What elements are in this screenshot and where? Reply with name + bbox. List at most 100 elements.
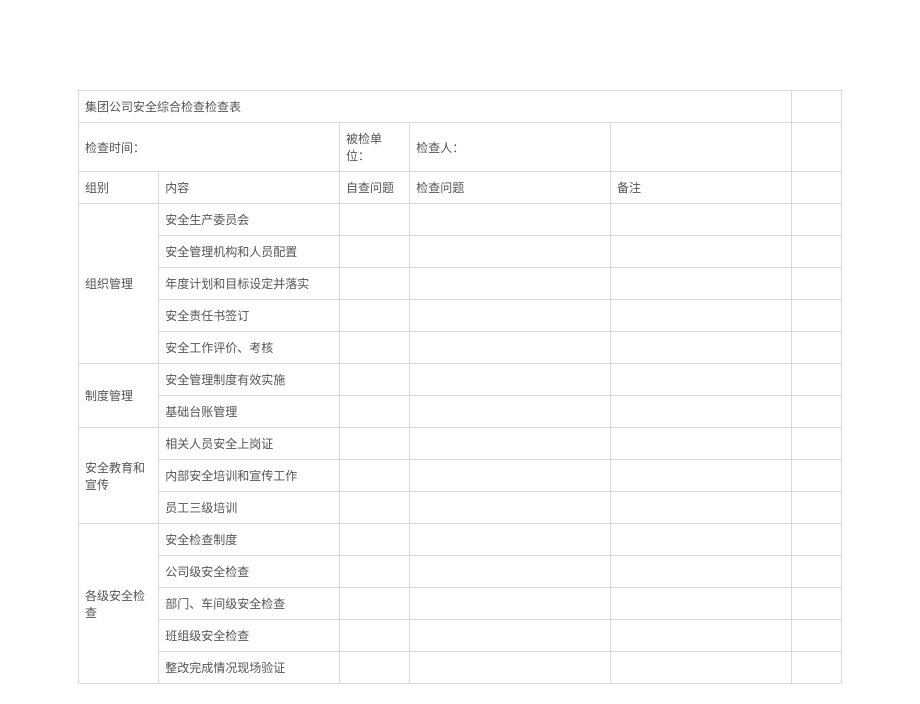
note-cell (611, 268, 792, 300)
check-issue-cell (410, 300, 611, 332)
self-issue-cell (339, 364, 409, 396)
table-row: 组织管理安全生产委员会 (79, 204, 842, 236)
self-issue-cell (339, 236, 409, 268)
table-row: 安全工作评价、考核 (79, 332, 842, 364)
note-cell (611, 524, 792, 556)
check-issue-cell (410, 332, 611, 364)
empty-cell (791, 364, 841, 396)
empty-cell (791, 524, 841, 556)
content-cell: 部门、车间级安全检查 (159, 588, 340, 620)
self-issue-cell (339, 428, 409, 460)
note-cell (611, 332, 792, 364)
empty-cell (791, 332, 841, 364)
empty-cell (791, 172, 841, 204)
empty-cell (791, 460, 841, 492)
note-cell (611, 428, 792, 460)
self-issue-cell (339, 620, 409, 652)
header-note: 备注 (611, 172, 792, 204)
empty-cell (791, 204, 841, 236)
header-content: 内容 (159, 172, 340, 204)
note-cell (611, 492, 792, 524)
note-cell (611, 460, 792, 492)
check-issue-cell (410, 492, 611, 524)
self-issue-cell (339, 300, 409, 332)
check-issue-cell (410, 620, 611, 652)
self-issue-cell (339, 652, 409, 684)
self-issue-cell (339, 204, 409, 236)
note-cell (611, 364, 792, 396)
check-issue-cell (410, 396, 611, 428)
table-row: 员工三级培训 (79, 492, 842, 524)
self-issue-cell (339, 492, 409, 524)
check-issue-cell (410, 652, 611, 684)
note-cell (611, 652, 792, 684)
empty-cell (791, 236, 841, 268)
check-issue-cell (410, 204, 611, 236)
empty-cell (791, 396, 841, 428)
content-cell: 公司级安全检查 (159, 556, 340, 588)
table-row: 安全管理机构和人员配置 (79, 236, 842, 268)
table-row: 班组级安全检查 (79, 620, 842, 652)
table-row: 内部安全培训和宣传工作 (79, 460, 842, 492)
self-issue-cell (339, 268, 409, 300)
checked-unit-label: 被检单位： (339, 123, 409, 172)
note-cell (611, 588, 792, 620)
table-row: 安全教育和宣传相关人员安全上岗证 (79, 428, 842, 460)
content-cell: 安全生产委员会 (159, 204, 340, 236)
self-issue-cell (339, 460, 409, 492)
group-cell: 组织管理 (79, 204, 159, 364)
empty-cell (791, 588, 841, 620)
table-row: 基础台账管理 (79, 396, 842, 428)
empty-cell (611, 123, 792, 172)
table-row: 各级安全检查安全检查制度 (79, 524, 842, 556)
table-row: 整改完成情况现场验证 (79, 652, 842, 684)
empty-cell (791, 300, 841, 332)
table-row: 部门、车间级安全检查 (79, 588, 842, 620)
content-cell: 内部安全培训和宣传工作 (159, 460, 340, 492)
content-cell: 安全管理机构和人员配置 (159, 236, 340, 268)
content-cell: 安全管理制度有效实施 (159, 364, 340, 396)
empty-cell (791, 91, 841, 123)
empty-cell (791, 620, 841, 652)
check-issue-cell (410, 428, 611, 460)
table-row: 安全责任书签订 (79, 300, 842, 332)
note-cell (611, 236, 792, 268)
check-issue-cell (410, 556, 611, 588)
content-cell: 班组级安全检查 (159, 620, 340, 652)
check-issue-cell (410, 460, 611, 492)
self-issue-cell (339, 524, 409, 556)
table-title: 集团公司安全综合检查检查表 (79, 91, 792, 123)
safety-check-table: 集团公司安全综合检查检查表检查时间：被检单位：检查人： 组别内容自查问题检查问题备… (78, 90, 842, 684)
note-cell (611, 396, 792, 428)
group-cell: 各级安全检查 (79, 524, 159, 684)
content-cell: 安全责任书签订 (159, 300, 340, 332)
check-issue-cell (410, 588, 611, 620)
self-issue-cell (339, 396, 409, 428)
empty-cell (791, 652, 841, 684)
self-issue-cell (339, 588, 409, 620)
check-issue-cell (410, 236, 611, 268)
group-cell: 安全教育和宣传 (79, 428, 159, 524)
content-cell: 年度计划和目标设定并落实 (159, 268, 340, 300)
empty-cell (791, 492, 841, 524)
empty-cell (791, 123, 841, 172)
note-cell (611, 204, 792, 236)
header-check-issue: 检查问题 (410, 172, 611, 204)
header-group: 组别 (79, 172, 159, 204)
check-issue-cell (410, 364, 611, 396)
group-cell: 制度管理 (79, 364, 159, 428)
note-cell (611, 300, 792, 332)
check-time-label: 检查时间： (79, 123, 340, 172)
content-cell: 安全检查制度 (159, 524, 340, 556)
check-issue-cell (410, 524, 611, 556)
table-row: 制度管理安全管理制度有效实施 (79, 364, 842, 396)
table-row: 年度计划和目标设定并落实 (79, 268, 842, 300)
content-cell: 员工三级培训 (159, 492, 340, 524)
self-issue-cell (339, 556, 409, 588)
header-self-issue: 自查问题 (339, 172, 409, 204)
checker-label: 检查人： (410, 123, 611, 172)
check-issue-cell (410, 268, 611, 300)
content-cell: 基础台账管理 (159, 396, 340, 428)
table-row: 公司级安全检查 (79, 556, 842, 588)
note-cell (611, 620, 792, 652)
